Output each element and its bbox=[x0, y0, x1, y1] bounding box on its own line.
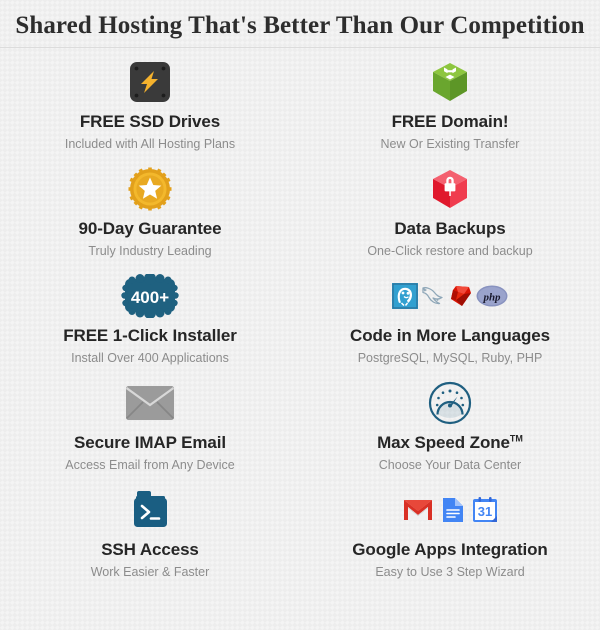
feature-item-imap-email: Secure IMAP Email Access Email from Any … bbox=[0, 378, 300, 485]
mysql-dolphin-logo bbox=[422, 287, 443, 305]
programming-languages-icon: php bbox=[392, 271, 508, 321]
feature-item-ssd-drives: FREE SSD Drives Included with All Hostin… bbox=[0, 57, 300, 164]
feature-item-ssh-access: SSH Access Work Easier & Faster bbox=[0, 485, 300, 592]
calendar-day-number: 31 bbox=[478, 504, 492, 519]
feature-title: Max Speed ZoneTM bbox=[377, 433, 523, 453]
envelope-icon bbox=[125, 378, 175, 428]
php-label: php bbox=[482, 292, 501, 304]
feature-subtitle: One-Click restore and backup bbox=[367, 243, 533, 258]
feature-subtitle: New Or Existing Transfer bbox=[380, 136, 520, 151]
postgresql-logo bbox=[392, 283, 418, 310]
feature-title: Secure IMAP Email bbox=[74, 433, 226, 453]
ruby-gem-logo bbox=[451, 286, 471, 307]
feature-item-guarantee: 90-Day Guarantee Truly Industry Leading bbox=[0, 164, 300, 271]
feature-subtitle: Install Over 400 Applications bbox=[71, 350, 229, 365]
feature-title: FREE SSD Drives bbox=[79, 112, 221, 132]
page-title: Shared Hosting That's Better Than Our Co… bbox=[15, 12, 585, 39]
feature-item-installer: 400+ FREE 1-Click Installer Install Over… bbox=[0, 271, 300, 378]
guarantee-badge-icon bbox=[127, 164, 173, 214]
feature-subtitle: Access Email from Any Device bbox=[65, 457, 235, 472]
feature-item-languages: php Code in More Languages PostgreSQL, M… bbox=[300, 271, 600, 378]
data-backup-lock-icon bbox=[427, 164, 473, 214]
trademark-symbol: TM bbox=[509, 433, 523, 444]
feature-subtitle: Easy to Use 3 Step Wizard bbox=[375, 564, 525, 579]
feature-subtitle: Choose Your Data Center bbox=[378, 457, 522, 472]
google-apps-icon: 31 bbox=[402, 485, 498, 535]
feature-title-text: Max Speed Zone bbox=[377, 433, 510, 453]
google-docs-logo bbox=[443, 498, 463, 523]
feature-grid: FREE SSD Drives Included with All Hostin… bbox=[0, 48, 600, 592]
speedometer-icon bbox=[428, 378, 472, 428]
google-calendar-logo: 31 bbox=[473, 497, 497, 523]
feature-title: SSH Access bbox=[101, 540, 199, 560]
feature-item-max-speed-zone: Max Speed ZoneTM Choose Your Data Center bbox=[300, 378, 600, 485]
feature-title: Code in More Languages bbox=[350, 326, 550, 346]
feature-item-free-domain: FREE Domain! New Or Existing Transfer bbox=[300, 57, 600, 164]
php-logo: php bbox=[476, 285, 508, 307]
installer-badge-count: 400+ bbox=[131, 288, 169, 307]
feature-comparison-page: Shared Hosting That's Better Than Our Co… bbox=[0, 0, 600, 630]
feature-title: Google Apps Integration bbox=[352, 540, 548, 560]
feature-title: FREE Domain! bbox=[391, 112, 509, 132]
feature-item-data-backups: Data Backups One-Click restore and backu… bbox=[300, 164, 600, 271]
feature-item-google-apps: 31 Google Apps Integration Easy to Use 3… bbox=[300, 485, 600, 592]
ssd-drive-icon bbox=[127, 57, 173, 107]
feature-title: FREE 1-Click Installer bbox=[63, 326, 237, 346]
gmail-logo bbox=[404, 500, 432, 521]
feature-subtitle: Truly Industry Leading bbox=[88, 243, 212, 258]
page-header: Shared Hosting That's Better Than Our Co… bbox=[0, 0, 600, 49]
ssh-terminal-icon bbox=[127, 485, 173, 535]
feature-title: 90-Day Guarantee bbox=[78, 219, 222, 239]
four-hundred-plus-badge-icon: 400+ bbox=[121, 271, 179, 321]
feature-title: Data Backups bbox=[394, 219, 506, 239]
feature-subtitle: PostgreSQL, MySQL, Ruby, PHP bbox=[357, 350, 543, 365]
feature-subtitle: Work Easier & Faster bbox=[90, 564, 210, 579]
domain-box-icon bbox=[427, 57, 473, 107]
feature-subtitle: Included with All Hosting Plans bbox=[64, 136, 236, 151]
